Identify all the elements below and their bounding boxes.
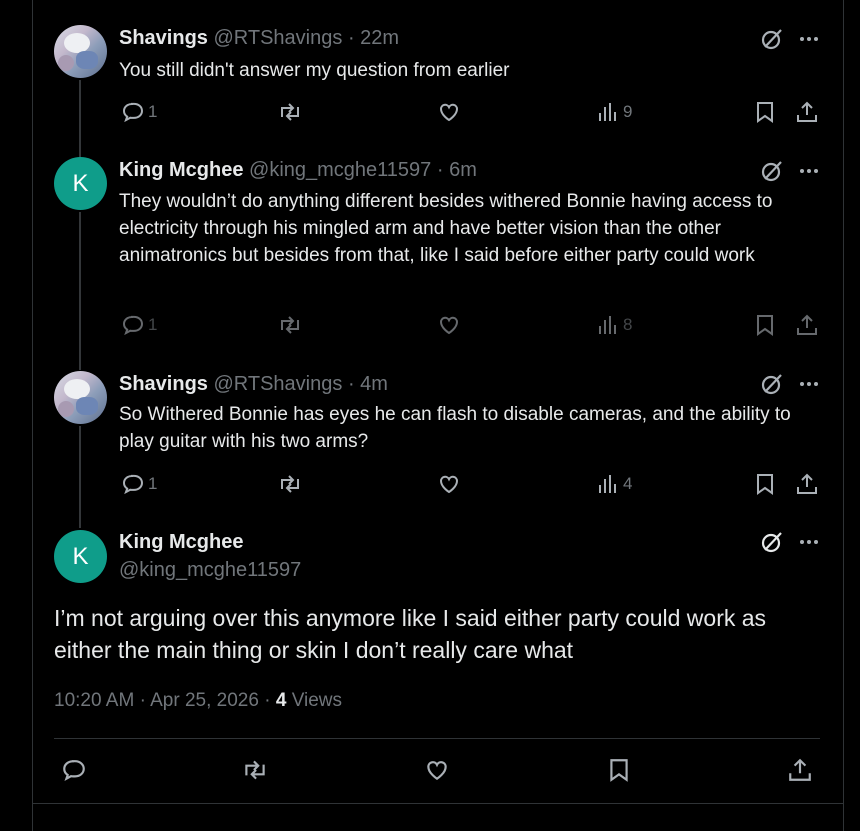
more-icon[interactable] — [798, 372, 820, 401]
post-text: I’m not arguing over this anymore like I… — [54, 605, 767, 663]
like-icon — [437, 100, 461, 124]
avatar[interactable] — [54, 25, 107, 78]
post-time[interactable]: 6m — [449, 159, 477, 181]
reply-icon — [121, 100, 145, 124]
repost-button[interactable] — [277, 472, 303, 496]
view-count: 9 — [623, 102, 633, 121]
thread-line — [79, 426, 81, 528]
repost-icon — [277, 313, 303, 337]
bookmark-button[interactable] — [753, 313, 777, 337]
post-time[interactable]: 10:20 AM — [54, 690, 134, 711]
like-button[interactable] — [437, 100, 461, 124]
avatar[interactable]: K — [54, 157, 107, 210]
thread-line — [79, 212, 81, 370]
reply-icon — [121, 313, 145, 337]
author-handle[interactable]: @king_mcghe11597 — [249, 159, 431, 181]
views-count: 4 — [275, 690, 287, 711]
more-icon[interactable] — [798, 530, 820, 559]
views-icon — [597, 313, 619, 337]
views-button[interactable]: 9 — [597, 100, 632, 124]
repost-button[interactable] — [277, 100, 303, 124]
divider — [54, 738, 820, 739]
repost-icon — [241, 757, 269, 783]
bookmark-button[interactable] — [753, 100, 777, 124]
reply-button[interactable]: 1 — [121, 100, 157, 124]
avatar[interactable]: K — [54, 530, 107, 583]
post-text: You still didn't answer my question from… — [119, 60, 510, 81]
author-handle[interactable]: @RTShavings — [213, 27, 342, 49]
repost-button[interactable] — [241, 757, 269, 783]
like-icon — [437, 472, 461, 496]
reply-button[interactable] — [61, 757, 87, 783]
post-time[interactable]: 22m — [360, 27, 399, 49]
reply-count: 1 — [148, 315, 158, 334]
reply-button[interactable]: 1 — [121, 313, 157, 337]
view-count: 8 — [623, 315, 633, 334]
share-icon — [795, 100, 819, 124]
post-text: So Withered Bonnie has eyes he can flash… — [119, 404, 791, 452]
share-button[interactable] — [795, 100, 819, 124]
share-button[interactable] — [795, 472, 819, 496]
bookmark-icon — [753, 100, 777, 124]
avatar[interactable] — [54, 371, 107, 424]
bookmark-icon — [753, 472, 777, 496]
post-time[interactable]: 4m — [360, 373, 388, 395]
views-button[interactable]: 8 — [597, 313, 632, 337]
bookmark-button[interactable] — [753, 472, 777, 496]
author-name[interactable]: Shavings — [119, 373, 208, 395]
views-icon — [597, 472, 619, 496]
grok-icon[interactable] — [760, 372, 784, 401]
repost-icon — [277, 100, 303, 124]
share-button[interactable] — [787, 757, 813, 783]
views-button[interactable]: 4 — [597, 472, 632, 496]
grok-icon[interactable] — [760, 159, 784, 188]
author-name[interactable]: King Mcghee — [119, 159, 243, 181]
like-icon — [424, 757, 450, 783]
views-label: Views — [291, 690, 343, 711]
share-icon — [795, 313, 819, 337]
reply-icon — [121, 472, 145, 496]
bookmark-icon — [753, 313, 777, 337]
post-timestamp: 10:20 AM · Apr 25, 2026 · 4 Views — [54, 690, 343, 711]
author-name[interactable]: King Mcghee — [119, 531, 301, 554]
grok-icon[interactable] — [760, 530, 784, 559]
reply-count: 1 — [148, 102, 158, 121]
views-icon — [597, 100, 619, 124]
repost-icon — [277, 472, 303, 496]
author-handle[interactable]: @RTShavings — [213, 373, 342, 395]
bookmark-icon — [606, 757, 632, 783]
repost-button[interactable] — [277, 313, 303, 337]
reply-count: 1 — [148, 474, 158, 493]
post-text: They wouldn’t do anything different besi… — [119, 191, 773, 266]
share-icon — [787, 757, 813, 783]
view-count: 4 — [623, 474, 633, 493]
bookmark-button[interactable] — [606, 757, 632, 783]
more-icon[interactable] — [798, 159, 820, 188]
more-icon[interactable] — [798, 27, 820, 56]
like-icon — [437, 313, 461, 337]
author-name[interactable]: Shavings — [119, 27, 208, 49]
reply-button[interactable]: 1 — [121, 472, 157, 496]
reply-icon — [61, 757, 87, 783]
author-handle[interactable]: @king_mcghe11597 — [119, 559, 301, 582]
divider — [32, 803, 844, 804]
share-icon — [795, 472, 819, 496]
like-button[interactable] — [437, 313, 461, 337]
share-button[interactable] — [795, 313, 819, 337]
grok-icon[interactable] — [760, 27, 784, 56]
thread-line — [79, 80, 81, 160]
post-date[interactable]: Apr 25, 2026 — [150, 690, 259, 711]
like-button[interactable] — [437, 472, 461, 496]
like-button[interactable] — [424, 757, 450, 783]
